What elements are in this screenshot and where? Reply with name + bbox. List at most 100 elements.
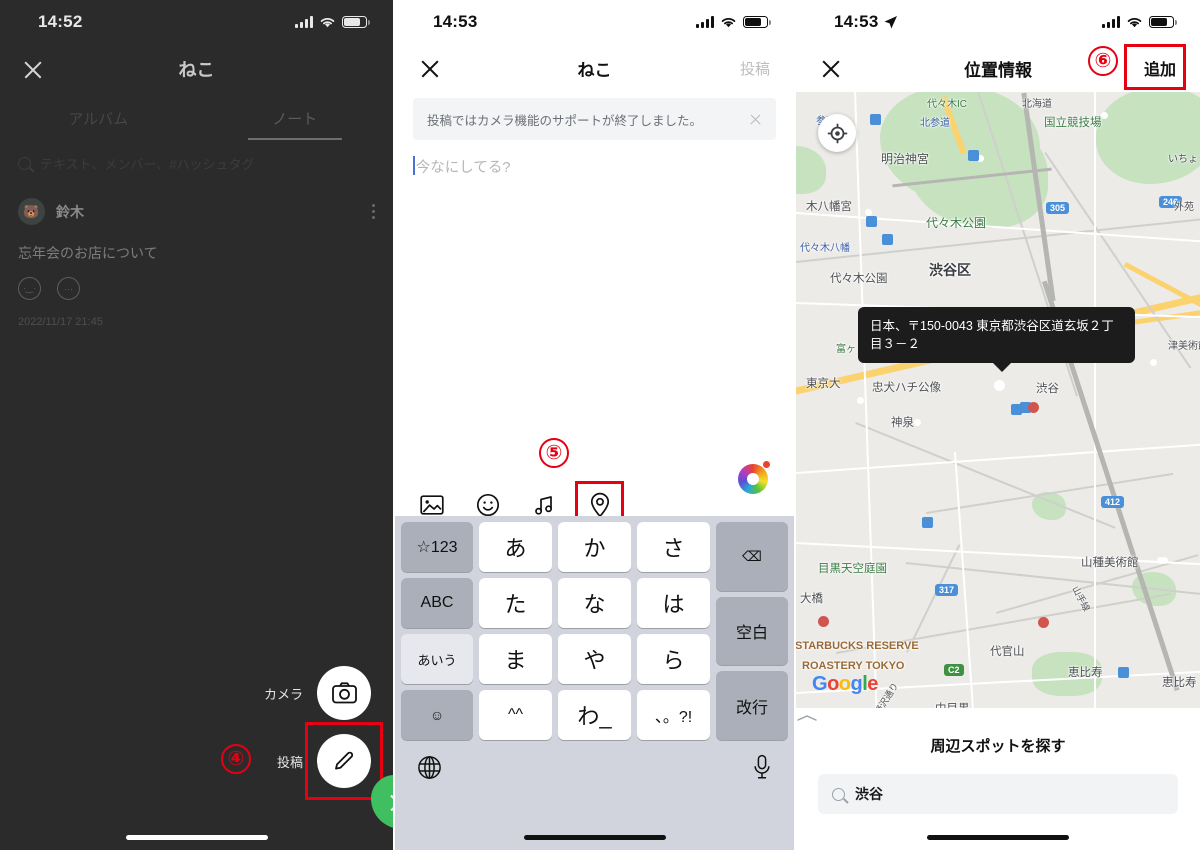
map-label: 山種美術館 — [1081, 557, 1139, 569]
map-label: 大橋 — [800, 593, 823, 605]
japanese-keyboard: ☆123 ABC あいう ☺ あ か さ た な は ま や ら ^^ わ_ 、… — [395, 516, 794, 850]
key-sa[interactable]: さ — [637, 522, 710, 572]
keyboard-center: あ か さ た な は ま や ら ^^ わ_ 、。?! — [479, 522, 710, 740]
map-label: 国立競技場 — [1044, 117, 1102, 129]
key-na[interactable]: な — [558, 578, 631, 628]
key-space[interactable]: 空白 — [716, 596, 788, 666]
notice-banner-text: 投稿ではカメラ機能のサポートが終了しました。 — [427, 113, 703, 128]
map-poi-pin[interactable] — [1156, 552, 1172, 574]
notification-dot — [763, 461, 770, 468]
map-label: STARBUCKS RESERVE — [796, 640, 919, 652]
battery-icon — [342, 16, 370, 28]
keyboard-row: ま や ら — [479, 634, 710, 684]
map-poi-pin[interactable] — [1145, 354, 1161, 376]
home-indicator — [125, 835, 268, 840]
wifi-icon — [721, 17, 736, 27]
key-ta[interactable]: た — [479, 578, 552, 628]
key-ya[interactable]: や — [558, 634, 631, 684]
route-shield: 317 — [935, 584, 959, 596]
metro-marker — [1038, 617, 1049, 628]
map-poi-pin[interactable] — [852, 392, 868, 414]
smile-icon[interactable] — [18, 277, 41, 300]
sheet-grabber-icon[interactable] — [796, 714, 818, 722]
key-wa[interactable]: わ_ — [558, 690, 631, 740]
close-icon — [388, 792, 394, 813]
map-label: 外苑 — [1174, 202, 1194, 213]
keyboard-row: ^^ わ_ 、。?! — [479, 690, 710, 740]
station-marker — [882, 234, 893, 245]
globe-icon[interactable] — [417, 755, 442, 785]
tab-bar: アルバム ノート — [0, 94, 393, 142]
key-punctuation[interactable]: 、。?! — [637, 690, 710, 740]
status-time-group: 14:53 — [433, 12, 477, 32]
map-label: 東京大 — [806, 378, 841, 390]
compose-placeholder: 今なにしてる? — [415, 160, 511, 176]
map-label: 富ヶ — [836, 344, 856, 355]
key-enter[interactable]: 改行 — [716, 671, 788, 741]
page-title: ねこ — [178, 60, 215, 80]
spot-search-input[interactable]: 渋谷 — [818, 774, 1178, 814]
status-bar-3: 14:53 — [796, 0, 1200, 44]
key-ra[interactable]: ら — [637, 634, 710, 684]
keyboard-left-column: ☆123 ABC あいう ☺ — [401, 522, 473, 740]
panel-location-picker: 14:53 位置情報 ⑥ 追加 305 246 412 317 C2 代々木IC… — [796, 0, 1200, 850]
key-emoji[interactable]: ☺ — [401, 690, 473, 740]
station-marker — [870, 114, 881, 125]
avatar: 🐻 — [18, 198, 45, 225]
battery-icon — [1149, 16, 1177, 28]
map-label: 代官山 — [990, 646, 1025, 658]
metro-marker — [818, 616, 829, 627]
keyboard-grid: ☆123 ABC あいう ☺ あ か さ た な は ま や ら ^^ わ_ 、… — [395, 516, 794, 741]
microphone-icon[interactable] — [752, 754, 772, 785]
fab-camera-row[interactable]: カメラ — [264, 666, 371, 720]
search-bar[interactable]: テキスト、メンバー、#ハッシュタグ — [0, 142, 393, 184]
key-ka[interactable]: か — [558, 522, 631, 572]
key-abc[interactable]: ABC — [401, 578, 473, 628]
key-symbols[interactable]: ☆123 — [401, 522, 473, 572]
map-label: 神泉 — [891, 417, 914, 429]
fab-post-row[interactable]: ④ 投稿 — [220, 722, 383, 800]
search-icon — [832, 787, 845, 801]
post-author: 鈴木 — [56, 203, 84, 220]
step-marker-6: ⑥ — [1088, 46, 1118, 76]
key-backspace[interactable]: ⌫ — [716, 522, 788, 591]
fab-camera-label: カメラ — [263, 686, 303, 702]
crosshair-icon[interactable] — [818, 114, 856, 152]
status-bar-2: 14:53 — [395, 0, 794, 44]
post-submit-button[interactable]: 投稿 — [740, 58, 770, 79]
selected-location-pin[interactable] — [986, 372, 1013, 408]
address-callout: 日本、〒150-0043 東京都渋谷区道玄坂２丁目３－２ — [858, 307, 1135, 373]
add-location-button[interactable]: 追加 — [1144, 56, 1176, 80]
post-text: 忘年会のお店について — [18, 245, 158, 261]
map-view[interactable]: 305 246 412 317 C2 代々木IC 参宮橋 明治神宮 北参道 国立… — [796, 92, 1200, 708]
step-marker-4: ④ — [220, 744, 251, 774]
tab-note[interactable]: ノート — [197, 94, 394, 142]
close-icon[interactable] — [749, 113, 762, 126]
kebab-menu-icon[interactable] — [372, 204, 375, 219]
map-label: 北海道 — [1022, 99, 1052, 110]
map-label: 目黒天空庭園 — [818, 563, 887, 575]
key-ma[interactable]: ま — [479, 634, 552, 684]
map-label: ROASTERY TOKYO — [802, 660, 905, 672]
key-a[interactable]: あ — [479, 522, 552, 572]
key-kaomoji[interactable]: ^^ — [479, 690, 552, 740]
map-label: 渋谷区 — [929, 262, 971, 278]
key-kana[interactable]: あいう — [401, 634, 473, 684]
note-post-item[interactable]: 🐻 鈴木 忘年会のお店について 2022/11/17 21:45 — [0, 184, 393, 328]
panel-note-list: 14:52 ねこ アルバム ノート テキスト、メンバー、#ハッシュタグ 🐻 鈴木… — [0, 0, 393, 850]
compose-input[interactable]: 今なにしてる? — [395, 140, 794, 177]
status-time: 14:53 — [834, 12, 879, 31]
location-arrow-icon — [884, 15, 898, 28]
comment-bubble-icon[interactable] — [57, 277, 80, 300]
home-indicator — [927, 835, 1069, 840]
route-shield: 412 — [1101, 496, 1125, 508]
map-label: 代々木八幡 — [800, 243, 850, 254]
camera-icon[interactable] — [317, 666, 371, 720]
sheet-title: 周辺スポットを探す — [930, 738, 1066, 755]
tab-album[interactable]: アルバム — [0, 94, 197, 142]
map-label: 代々木公園 — [926, 216, 987, 230]
key-ha[interactable]: は — [637, 578, 710, 628]
page-title: ねこ — [577, 60, 612, 80]
google-logo: Google — [812, 673, 878, 695]
notice-banner: 投稿ではカメラ機能のサポートが終了しました。 — [413, 98, 776, 140]
